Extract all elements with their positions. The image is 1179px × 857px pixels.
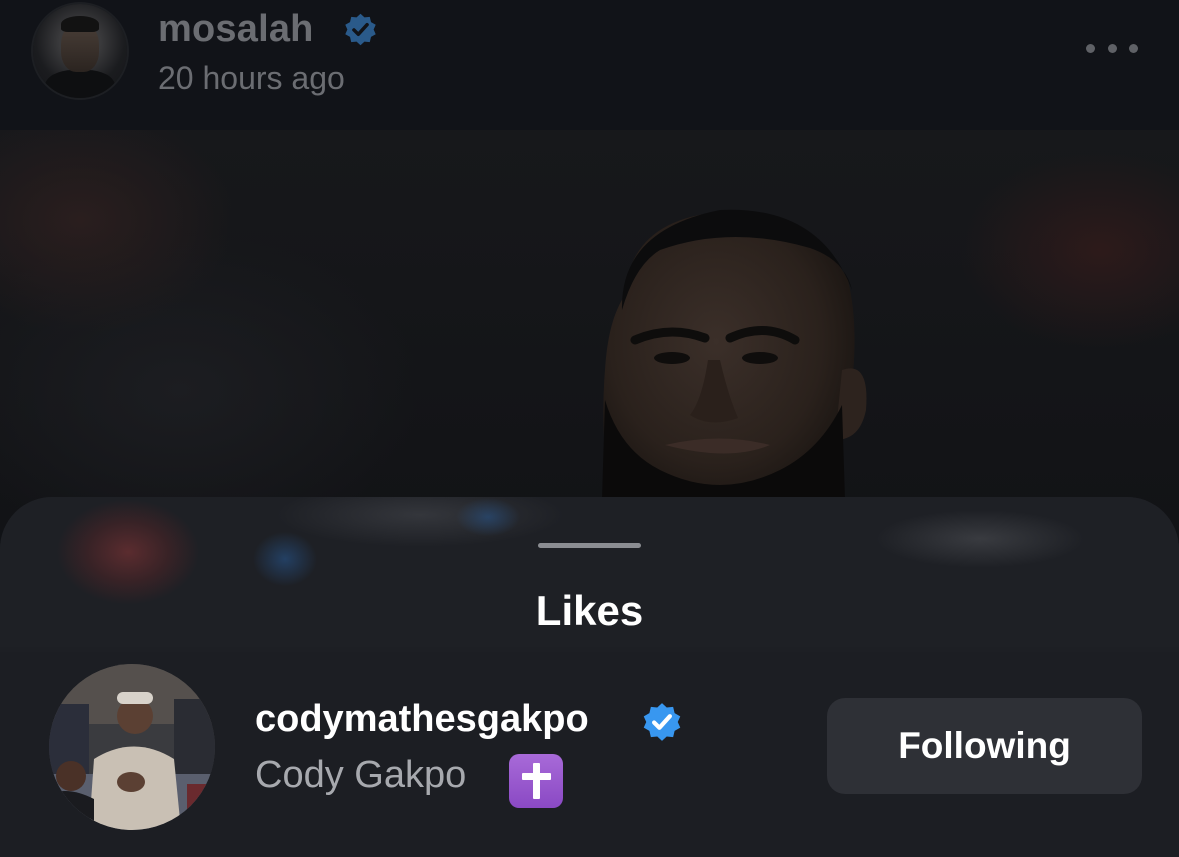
post-image[interactable] xyxy=(0,130,1179,530)
post-photo-person xyxy=(602,209,867,500)
post-author-username[interactable]: mosalah xyxy=(158,8,314,51)
instagram-post-likes-screen: mosalah 20 hours ago Likes codymathesgak… xyxy=(0,0,1179,857)
user-username[interactable]: codymathesgakpo xyxy=(255,698,589,741)
user-full-name: Cody Gakpo xyxy=(255,754,467,796)
likes-list: codymathesgakpo Cody Gakpo Following xyxy=(0,652,1179,857)
latin-cross-emoji xyxy=(509,754,563,808)
post-author-avatar[interactable] xyxy=(33,4,127,98)
user-avatar[interactable] xyxy=(49,664,215,830)
list-item[interactable]: codymathesgakpo Cody Gakpo Following xyxy=(0,652,1179,857)
post-timestamp: 20 hours ago xyxy=(158,60,345,96)
post-header: mosalah 20 hours ago xyxy=(0,0,1179,130)
sheet-drag-handle[interactable] xyxy=(538,543,641,548)
verified-badge-icon xyxy=(643,703,681,741)
more-horizontal-icon[interactable] xyxy=(1086,34,1138,62)
sheet-title: Likes xyxy=(535,587,644,634)
verified-badge-icon xyxy=(345,13,376,46)
following-button[interactable]: Following xyxy=(827,698,1142,794)
likes-bottom-sheet: Likes codymathesgakpo Cody Gakpo Followi… xyxy=(0,497,1179,857)
